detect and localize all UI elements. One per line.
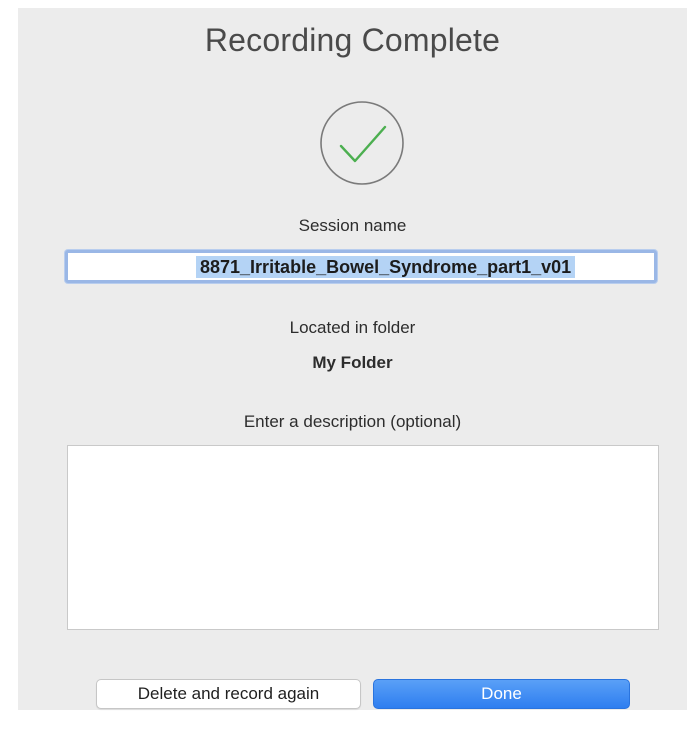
delete-and-record-again-button[interactable]: Delete and record again bbox=[96, 679, 361, 709]
folder-label: Located in folder bbox=[289, 318, 416, 337]
checkmark-circle-icon bbox=[320, 101, 404, 185]
dialog-title: Recording Complete bbox=[204, 22, 501, 58]
session-name-value: 8871_Irritable_Bowel_Syndrome_part1_v01 bbox=[196, 256, 576, 278]
folder-name: My Folder bbox=[312, 353, 393, 372]
session-name-input[interactable]: 8871_Irritable_Bowel_Syndrome_part1_v01 bbox=[65, 250, 657, 283]
description-field[interactable] bbox=[67, 445, 659, 630]
session-name-label: Session name bbox=[298, 216, 407, 235]
description-label: Enter a description (optional) bbox=[243, 412, 462, 431]
recording-complete-dialog: Recording Complete Session name 8871_Irr… bbox=[18, 8, 687, 710]
done-button[interactable]: Done bbox=[373, 679, 630, 709]
